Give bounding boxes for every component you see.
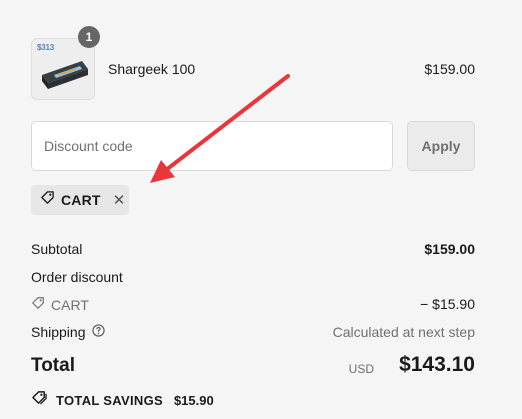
shipping-value: Calculated at next step xyxy=(332,324,475,340)
tag-icon xyxy=(40,190,55,210)
savings-value: $15.90 xyxy=(173,392,214,408)
apply-button[interactable]: Apply xyxy=(407,121,475,171)
shipping-label: Shipping xyxy=(31,324,86,340)
subtotal-label: Subtotal xyxy=(31,241,83,257)
discount-code-line: CART xyxy=(31,296,89,313)
total-label: Total xyxy=(31,355,75,376)
product-price: $159.00 xyxy=(424,61,475,77)
applied-code-label: CART xyxy=(61,192,101,208)
savings-label: TOTAL SAVINGS xyxy=(56,392,163,408)
applied-discount-chip: CART ✕ xyxy=(31,185,129,215)
product-name: Shargeek 100 xyxy=(108,61,196,77)
discount-code-input[interactable] xyxy=(31,121,393,171)
discount-code-text: CART xyxy=(51,296,89,313)
total-row: Total USD $143.10 xyxy=(31,353,475,379)
total-currency: USD xyxy=(348,362,374,376)
tag-icon xyxy=(31,296,45,313)
subtotal-value: $159.00 xyxy=(424,241,475,257)
total-savings: TOTAL SAVINGS $15.90 xyxy=(31,390,214,410)
quantity-badge: 1 xyxy=(78,26,100,48)
discount-value: − $15.90 xyxy=(420,296,475,312)
total-value: $143.10 xyxy=(399,353,475,376)
cart-line-item: $313 1 Shargeek 100 $159.00 xyxy=(31,26,475,100)
savings-tag-icon xyxy=(31,390,48,410)
thumbnail-text: $313 xyxy=(37,43,54,52)
order-discount-label: Order discount xyxy=(31,269,123,285)
close-icon[interactable]: ✕ xyxy=(113,193,126,208)
shipping-line: Shipping xyxy=(31,324,105,340)
help-circle-icon[interactable] xyxy=(91,324,105,340)
